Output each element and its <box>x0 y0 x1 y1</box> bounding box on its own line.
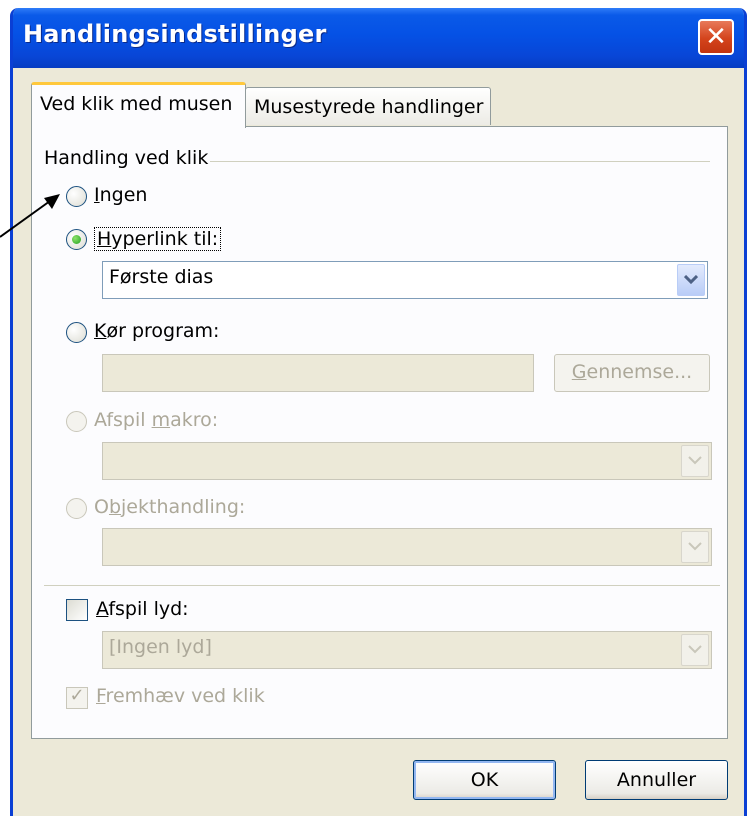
annotation-arrow <box>0 194 60 238</box>
